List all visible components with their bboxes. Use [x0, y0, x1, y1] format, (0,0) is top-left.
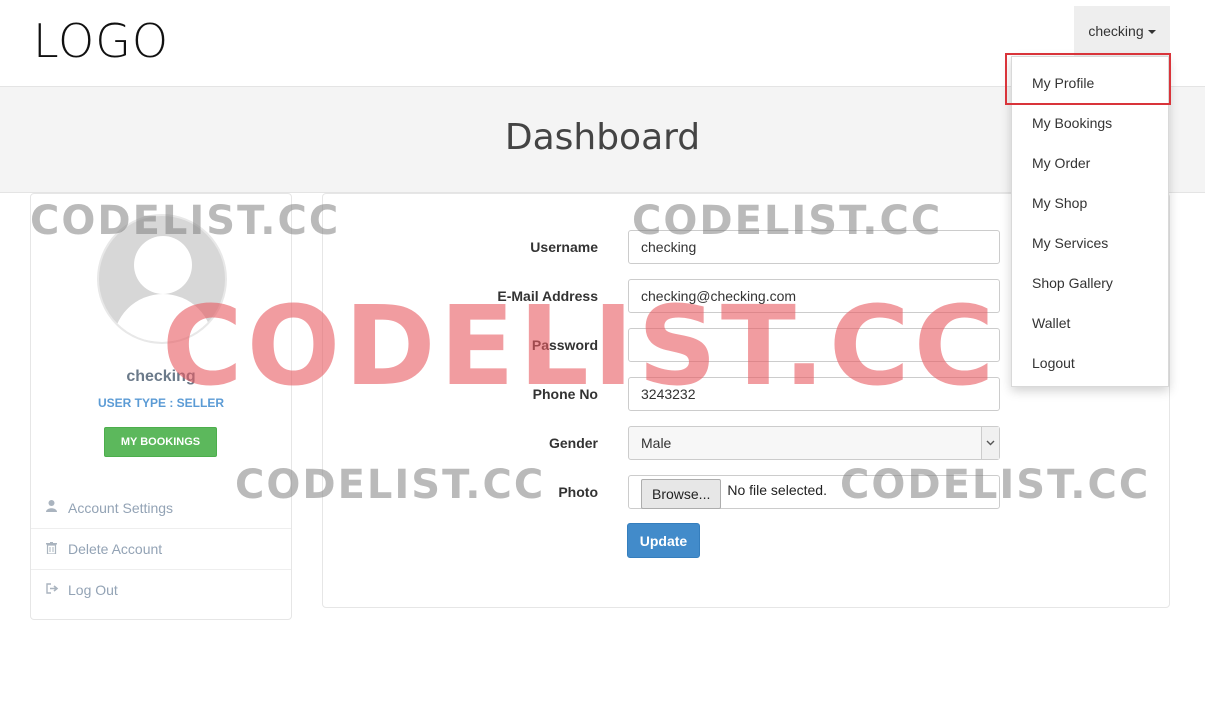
profile-sidebar: checking USER TYPE : SELLER MY BOOKINGS …	[30, 193, 292, 620]
dropdown-item-my-order[interactable]: My Order	[1032, 155, 1090, 171]
gender-selected-value: Male	[641, 435, 672, 451]
gender-select[interactable]: Male	[628, 426, 1000, 460]
dropdown-item-my-shop[interactable]: My Shop	[1032, 195, 1087, 211]
dropdown-item-my-services[interactable]: My Services	[1032, 235, 1108, 251]
user-icon	[46, 500, 68, 515]
sidebar-menu: Account Settings Delete Account Log Out	[31, 487, 291, 610]
user-menu-toggle[interactable]: checking	[1074, 6, 1170, 56]
username-value: checking	[641, 239, 697, 255]
sign-out-icon	[46, 583, 68, 597]
user-dropdown-menu: My Profile My Bookings My Order My Shop …	[1011, 56, 1169, 387]
trash-icon	[46, 541, 68, 557]
avatar-body-shape	[113, 294, 213, 342]
dropdown-item-my-bookings[interactable]: My Bookings	[1032, 115, 1112, 131]
sidebar-item-label: Delete Account	[68, 541, 163, 557]
browse-button[interactable]: Browse...	[641, 479, 722, 509]
caret-down-icon	[1147, 30, 1156, 34]
gender-label: Gender	[548, 435, 598, 451]
sidebar-item-label: Log Out	[68, 582, 118, 598]
phone-label: Phone No	[532, 386, 598, 402]
dropdown-item-logout[interactable]: Logout	[1032, 355, 1075, 371]
dropdown-item-shop-gallery[interactable]: Shop Gallery	[1032, 275, 1113, 291]
email-input[interactable]: checking@checking.com	[628, 279, 1000, 313]
phone-input[interactable]: 3243232	[628, 377, 1000, 411]
my-bookings-button[interactable]: MY BOOKINGS	[104, 427, 217, 457]
photo-row: Photo Browse... No file selected.	[323, 475, 1169, 509]
user-type-label: USER TYPE : SELLER	[97, 396, 225, 410]
avatar	[97, 214, 227, 344]
dropdown-item-wallet[interactable]: Wallet	[1032, 315, 1070, 331]
photo-label: Photo	[558, 484, 598, 500]
sidebar-item-delete-account[interactable]: Delete Account	[31, 528, 291, 569]
avatar-head-shape	[134, 236, 192, 294]
sidebar-item-label: Account Settings	[68, 499, 174, 516]
username-input[interactable]: checking	[628, 230, 1000, 264]
password-label: Password	[531, 337, 598, 353]
phone-value: 3243232	[641, 386, 696, 402]
chevron-down-icon[interactable]	[981, 427, 999, 459]
sidebar-item-log-out[interactable]: Log Out	[31, 569, 291, 610]
user-menu-label: checking	[1088, 23, 1144, 39]
username-label: Username	[530, 239, 598, 255]
email-value: checking@checking.com	[641, 288, 797, 304]
profile-name: checking	[126, 368, 196, 385]
photo-file-input[interactable]: Browse... No file selected.	[628, 475, 1000, 509]
update-button[interactable]: Update	[627, 523, 700, 558]
no-file-text: No file selected.	[727, 482, 827, 498]
password-input[interactable]	[628, 328, 1000, 362]
dropdown-item-my-profile[interactable]: My Profile	[1032, 75, 1094, 91]
email-label: E-Mail Address	[497, 288, 598, 304]
gender-row: Gender Male	[323, 426, 1169, 460]
site-logo[interactable]: LOGO	[33, 14, 169, 68]
sidebar-item-account-settings[interactable]: Account Settings	[31, 487, 291, 528]
